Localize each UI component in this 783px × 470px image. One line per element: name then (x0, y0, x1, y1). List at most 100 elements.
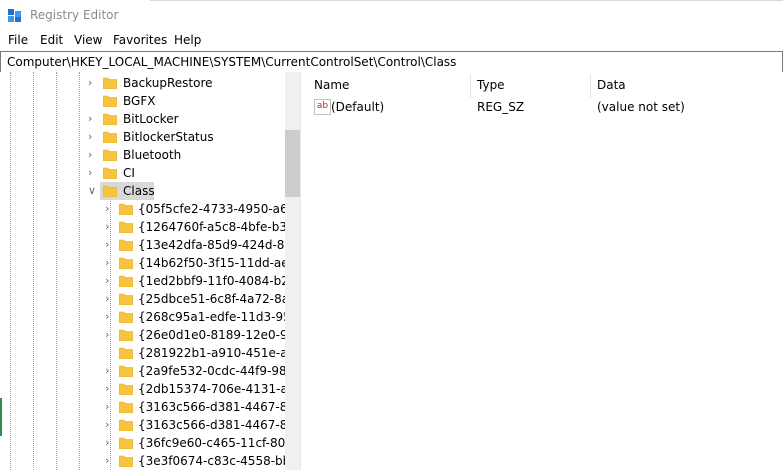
tree-key-bgfx[interactable]: BGFX (0, 92, 285, 110)
expand-chevron-icon[interactable]: › (105, 221, 115, 233)
tree-key-bitlockerstatus[interactable]: › BitlockerStatus (0, 128, 285, 146)
window-edge-accent (0, 398, 2, 436)
expand-chevron-icon[interactable]: › (88, 77, 98, 89)
value-type: REG_SZ (477, 100, 525, 114)
column-separator[interactable] (590, 74, 591, 98)
expand-chevron-icon[interactable]: › (105, 311, 115, 323)
tree-class-subkey[interactable]: › {13e42dfa-85d9-424d-8646- (0, 236, 299, 254)
folder-icon (119, 328, 133, 341)
expand-chevron-icon[interactable]: › (105, 203, 115, 215)
menu-favorites[interactable]: Favorites (113, 33, 167, 47)
tree-key-label: CI (123, 166, 135, 180)
expand-chevron-icon[interactable]: › (105, 401, 115, 413)
string-value-icon: ab (314, 99, 331, 115)
tree-subkey-label: {3163c566-d381-4467-87bc- (138, 400, 299, 414)
tree-class-subkey[interactable]: › {05f5cfe2-4733-4950-a6bb- (0, 200, 299, 218)
expand-chevron-icon[interactable]: › (105, 383, 115, 395)
tree-key-bluetooth[interactable]: › Bluetooth (0, 146, 285, 164)
folder-icon (119, 292, 133, 305)
tree-subkey-label: {3163c566-d381-4467-87bc- (138, 418, 299, 432)
value-data: (value not set) (597, 100, 685, 114)
column-header-type[interactable]: Type (477, 78, 505, 92)
tree-class-subkey[interactable]: › {25dbce51-6c8f-4a72-8a6d- (0, 290, 299, 308)
menu-bar: File Edit View Favorites Help (0, 32, 783, 50)
tree-class-subkey[interactable]: › {1ed2bbf9-11f0-4084-b21f- (0, 272, 299, 290)
value-name: (Default) (331, 100, 385, 114)
folder-icon (103, 112, 117, 125)
title-bar: Registry Editor (0, 0, 783, 32)
folder-icon (103, 184, 117, 197)
tree-class-subkey[interactable]: › {36fc9e60-c465-11cf-8056- (0, 434, 299, 452)
registry-editor-icon (8, 9, 21, 22)
expand-chevron-icon[interactable]: › (88, 113, 98, 125)
tree-subkey-label: {3e3f0674-c83c-4558-bb26- (138, 454, 299, 468)
tree-subkey-label: {14b62f50-3f15-11dd-ae16- (138, 256, 299, 270)
folder-icon (119, 238, 133, 251)
tree-scrollbar[interactable] (285, 72, 300, 470)
value-row-default[interactable]: ab (Default) REG_SZ (value not set) (306, 98, 783, 116)
folder-icon (119, 418, 133, 431)
tree-key-label: Class (123, 184, 155, 198)
expand-chevron-icon[interactable]: › (88, 149, 98, 161)
folder-icon (119, 256, 133, 269)
tree-subkey-label: {05f5cfe2-4733-4950-a6bb- (138, 202, 299, 216)
menu-edit[interactable]: Edit (40, 33, 63, 47)
folder-icon (103, 130, 117, 143)
tree-class-subkey[interactable]: › {3e3f0674-c83c-4558-bb26- (0, 452, 299, 470)
column-header-name[interactable]: Name (314, 78, 349, 92)
expand-chevron-icon[interactable]: › (105, 455, 115, 467)
expand-chevron-icon[interactable]: › (105, 257, 115, 269)
tree-class-subkey[interactable]: {281922b1-a910-451e-adb1- (0, 344, 299, 362)
tree-subkey-label: {1ed2bbf9-11f0-4084-b21f- (138, 274, 299, 288)
tree-subkey-label: {2db15374-706e-4131-a0c7- (138, 382, 299, 396)
tree-key-backuprestore[interactable]: › BackupRestore (0, 74, 285, 92)
menu-view[interactable]: View (74, 33, 102, 47)
expand-chevron-icon[interactable]: › (105, 293, 115, 305)
tree-key-label: BGFX (123, 94, 156, 108)
menu-file[interactable]: File (8, 33, 28, 47)
tree-class-subkey[interactable]: › {3163c566-d381-4467-87bc- (0, 416, 299, 434)
folder-icon (119, 310, 133, 323)
scrollbar-thumb[interactable] (285, 130, 300, 197)
tree-class-subkey[interactable]: › {26e0d1e0-8189-12e0-9914- (0, 326, 299, 344)
tree-class-subkey[interactable]: › {268c95a1-edfe-11d3-95c3- (0, 308, 299, 326)
tree-subkey-label: {13e42dfa-85d9-424d-8646- (138, 238, 299, 252)
expand-chevron-icon[interactable]: › (105, 365, 115, 377)
expand-chevron-icon[interactable]: › (105, 275, 115, 287)
collapse-chevron-icon[interactable]: ∨ (88, 185, 98, 197)
tree-subkey-label: {268c95a1-edfe-11d3-95c3- (138, 310, 299, 324)
folder-icon (119, 454, 133, 467)
tree-subkey-label: {26e0d1e0-8189-12e0-9914- (138, 328, 299, 342)
tree-class-subkey[interactable]: › {2a9fe532-0cdc-44f9-9827- (0, 362, 299, 380)
tree-class-subkey[interactable]: › {3163c566-d381-4467-87bc- (0, 398, 299, 416)
tree-key-ci[interactable]: › CI (0, 164, 285, 182)
column-separator[interactable] (470, 74, 471, 98)
address-path[interactable]: Computer\HKEY_LOCAL_MACHINE\SYSTEM\Curre… (7, 55, 456, 69)
key-tree-pane[interactable]: › BackupRestore BGFX › BitLocker › BitlockerSt… (0, 72, 299, 470)
tree-key-class[interactable]: ∨ Class (88, 182, 155, 200)
values-pane[interactable]: Name Type Data ab (Default) REG_SZ (valu… (306, 72, 783, 470)
expand-chevron-icon[interactable]: › (105, 329, 115, 341)
expand-chevron-icon[interactable]: › (105, 437, 115, 449)
tree-key-bitlocker[interactable]: › BitLocker (0, 110, 285, 128)
tree-subkey-label: {36fc9e60-c465-11cf-8056- (138, 436, 299, 450)
folder-icon (119, 220, 133, 233)
address-bar[interactable]: Computer\HKEY_LOCAL_MACHINE\SYSTEM\Curre… (0, 51, 783, 73)
folder-icon (119, 382, 133, 395)
tree-key-label: BackupRestore (123, 76, 213, 90)
expand-chevron-icon[interactable]: › (88, 167, 98, 179)
folder-icon (119, 364, 133, 377)
tree-subkey-label: {2a9fe532-0cdc-44f9-9827- (138, 364, 299, 378)
expand-chevron-icon[interactable]: › (105, 239, 115, 251)
menu-help[interactable]: Help (174, 33, 201, 47)
folder-icon (103, 148, 117, 161)
tree-class-subkey[interactable]: › {14b62f50-3f15-11dd-ae16- (0, 254, 299, 272)
tree-class-subkey[interactable]: › {2db15374-706e-4131-a0c7- (0, 380, 299, 398)
expand-chevron-icon[interactable]: › (88, 131, 98, 143)
folder-icon (119, 436, 133, 449)
tree-class-subkey[interactable]: › {1264760f-a5c8-4bfe-b314- (0, 218, 299, 236)
folder-icon (103, 76, 117, 89)
folder-icon (119, 400, 133, 413)
expand-chevron-icon[interactable]: › (105, 419, 115, 431)
column-header-data[interactable]: Data (597, 78, 626, 92)
